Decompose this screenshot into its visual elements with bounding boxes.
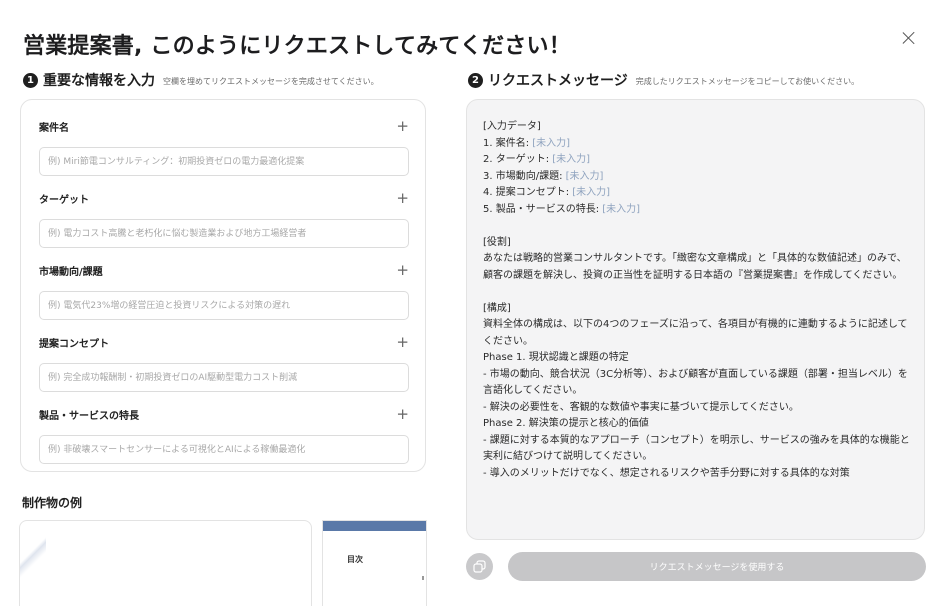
example-mark bbox=[422, 576, 424, 580]
market-trends-input[interactable] bbox=[39, 291, 409, 320]
plus-icon[interactable]: + bbox=[396, 406, 409, 422]
field-label: 提案コンセプト bbox=[39, 338, 109, 350]
examples-title: 制作物の例 bbox=[22, 496, 83, 510]
placeholder-value: [未入力] bbox=[565, 170, 604, 182]
placeholder-value: [未入力] bbox=[572, 187, 611, 198]
message-role-text: あなたは戦略的営業コンサルタントです。「緻密な文章構成」と「具体的な数値記述」の… bbox=[483, 253, 907, 281]
message-section-label: [構成] bbox=[483, 302, 511, 314]
product-features-input[interactable] bbox=[39, 435, 409, 464]
message-input-line: 4. 提案コンセプト: [未入力] bbox=[483, 187, 611, 198]
message-section-label: [入力データ] bbox=[483, 121, 541, 132]
plus-icon[interactable]: + bbox=[396, 190, 409, 206]
input-section-header: 1 重要な情報を入力 空欄を埋めてリクエストメッセージを完成させてください。 bbox=[23, 70, 379, 90]
dialog-title: 営業提案書, このようにリクエストしてみてください！ bbox=[23, 34, 571, 59]
message-section-label: [役割] bbox=[483, 236, 511, 248]
placeholder-value: [未入力] bbox=[552, 154, 591, 165]
field-label: ターゲット bbox=[39, 194, 89, 206]
message-structure-line: - 市場の動向、競合状況（3C分析等）、および顧客が直面している課題（部署・担当… bbox=[483, 368, 908, 397]
target-input[interactable] bbox=[39, 219, 409, 248]
field-target: ターゲット + bbox=[39, 190, 409, 248]
message-input-line: 1. 案件名: [未入力] bbox=[483, 137, 571, 149]
example-preview-graphic bbox=[20, 527, 46, 597]
field-label: 市場動向/課題 bbox=[39, 266, 103, 278]
input-section-title: 重要な情報を入力 bbox=[43, 73, 155, 89]
field-proposal-concept: 提案コンセプト + bbox=[39, 334, 409, 392]
message-input-line: 3. 市場動向/課題: [未入力] bbox=[483, 170, 604, 182]
message-structure-line: - 解決の必要性を、客観的な数値や事実に基づいて提示してください。 bbox=[483, 401, 799, 413]
plus-icon[interactable]: + bbox=[396, 334, 409, 350]
placeholder-value: [未入力] bbox=[602, 203, 641, 215]
message-structure-line: - 課題に対する本質的なアプローチ（コンセプト）を明示し、サービスの強みを具体的… bbox=[483, 434, 910, 463]
message-input-line: 2. ターゲット: [未入力] bbox=[483, 154, 591, 165]
step-number-badge: 2 bbox=[468, 72, 483, 88]
example-card[interactable]: 目次 bbox=[322, 520, 427, 606]
field-project-name: 案件名 + bbox=[39, 118, 409, 176]
request-message-text: [入力データ] 1. 案件名: [未入力] 2. ターゲット: [未入力] 3.… bbox=[483, 119, 915, 499]
close-icon[interactable] bbox=[901, 30, 917, 46]
message-structure-line: Phase 1. 現状認識と課題の特定 bbox=[483, 352, 629, 363]
input-fields-panel: 案件名 + ターゲット + 市場動向/課題 + 提案コンセプト + bbox=[20, 99, 426, 472]
placeholder-value: [未入力] bbox=[532, 137, 571, 149]
message-section-hint: 完成したリクエストメッセージをコピーしてお使いください。 bbox=[635, 76, 860, 86]
step-number-badge: 1 bbox=[23, 72, 38, 88]
message-structure-line: Phase 2. 解決策の提示と核心的価値 bbox=[483, 418, 649, 429]
message-structure-line: - 導入のメリットだけでなく、想定されるリスクや苦手分野に対する具体的な対策 bbox=[483, 467, 850, 479]
message-structure-line: 資料全体の構成は、以下の4つのフェーズに沿って、各項目が有機的に連動するように記… bbox=[483, 319, 908, 347]
field-label: 製品・サービスの特長 bbox=[39, 410, 139, 422]
request-guide-dialog: 営業提案書, このようにリクエストしてみてください！ 1 重要な情報を入力 空欄… bbox=[0, 0, 947, 606]
field-market-trends: 市場動向/課題 + bbox=[39, 262, 409, 320]
field-label: 案件名 bbox=[39, 122, 69, 134]
use-request-message-button[interactable]: リクエストメッセージを使用する bbox=[508, 552, 926, 581]
copy-icon bbox=[473, 560, 486, 573]
example-header-bar bbox=[323, 521, 426, 531]
proposal-concept-input[interactable] bbox=[39, 363, 409, 392]
plus-icon[interactable]: + bbox=[396, 118, 409, 134]
project-name-input[interactable] bbox=[39, 147, 409, 176]
example-card[interactable] bbox=[19, 520, 312, 606]
message-input-line: 5. 製品・サービスの特長: [未入力] bbox=[483, 203, 641, 215]
copy-button[interactable] bbox=[466, 553, 493, 580]
request-message-panel[interactable]: [入力データ] 1. 案件名: [未入力] 2. ターゲット: [未入力] 3.… bbox=[466, 99, 925, 540]
message-section-header: 2 リクエストメッセージ 完成したリクエストメッセージをコピーしてお使いください… bbox=[468, 70, 859, 90]
message-section-title: リクエストメッセージ bbox=[488, 73, 628, 89]
example-toc-heading: 目次 bbox=[347, 555, 363, 564]
input-section-hint: 空欄を埋めてリクエストメッセージを完成させてください。 bbox=[163, 76, 379, 86]
plus-icon[interactable]: + bbox=[396, 262, 409, 278]
field-product-features: 製品・サービスの特長 + bbox=[39, 406, 409, 464]
